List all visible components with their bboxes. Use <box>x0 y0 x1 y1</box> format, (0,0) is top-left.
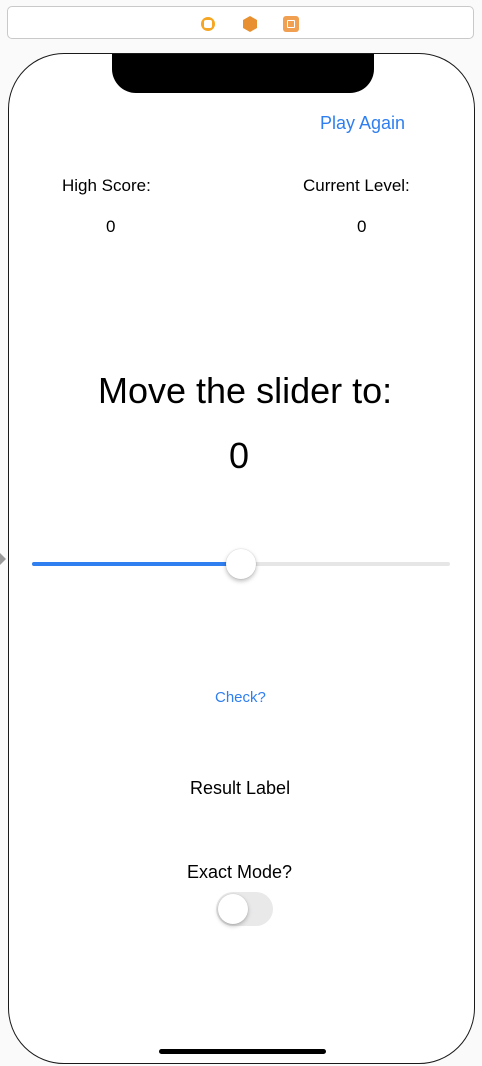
current-level-label: Current Level: <box>303 176 410 195</box>
entry-point-arrow-icon <box>0 553 6 565</box>
home-indicator <box>159 1049 326 1054</box>
slider-thumb[interactable] <box>226 549 256 579</box>
scene-dock <box>7 6 474 39</box>
first-responder-icon[interactable] <box>242 16 258 32</box>
guess-slider[interactable] <box>32 544 452 584</box>
high-score-value: 0 <box>106 217 116 236</box>
switch-knob <box>218 894 248 924</box>
play-again-button[interactable]: Play Again <box>320 113 405 134</box>
result-label: Result Label <box>190 778 291 798</box>
view-controller-icon[interactable] <box>200 16 216 32</box>
device-frame: Play Again High Score: 0 Current Level: … <box>8 53 475 1064</box>
exact-mode-label: Exact Mode? <box>187 862 293 882</box>
target-value-label: 0 <box>229 435 250 476</box>
device-notch <box>112 54 374 93</box>
target-prompt-label: Move the slider to: <box>98 370 393 411</box>
storyboard-canvas: Play Again High Score: 0 Current Level: … <box>0 0 482 1066</box>
current-level-value: 0 <box>357 217 367 236</box>
exit-icon[interactable] <box>283 16 299 32</box>
exact-mode-switch[interactable] <box>216 892 273 926</box>
slider-fill <box>32 562 241 566</box>
check-button[interactable]: Check? <box>215 689 266 706</box>
high-score-label: High Score: <box>62 176 151 195</box>
